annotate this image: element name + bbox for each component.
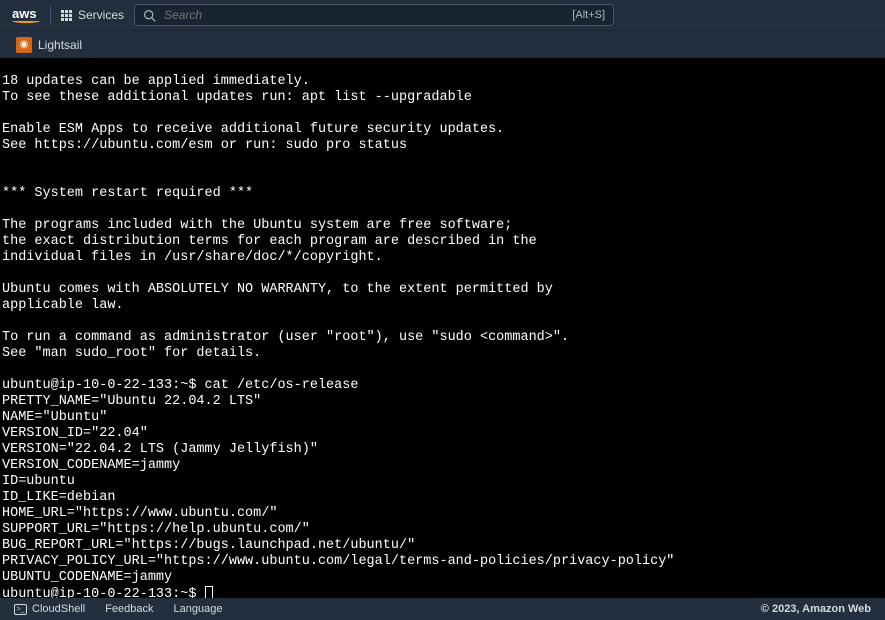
service-name[interactable]: Lightsail (38, 38, 82, 52)
aws-footer: >_ CloudShell Feedback Language © 2023, … (0, 598, 885, 620)
feedback-link[interactable]: Feedback (105, 603, 153, 615)
language-label: Language (174, 603, 223, 615)
cloudshell-label: CloudShell (32, 603, 85, 615)
copyright: © 2023, Amazon Web (761, 603, 871, 615)
aws-logo[interactable]: aws (12, 7, 40, 23)
aws-global-header: aws Services [Alt+S] (0, 0, 885, 30)
search-box[interactable]: [Alt+S] (134, 4, 614, 26)
services-label: Services (78, 8, 124, 22)
grid-icon (61, 10, 72, 21)
search-icon (143, 9, 156, 22)
terminal-cursor (205, 586, 213, 598)
lightsail-icon[interactable]: ◉ (16, 37, 32, 53)
search-shortcut: [Alt+S] (572, 9, 605, 21)
language-link[interactable]: Language (174, 603, 223, 615)
service-subheader: ◉ Lightsail (0, 30, 885, 58)
services-menu[interactable]: Services (61, 8, 124, 22)
feedback-label: Feedback (105, 603, 153, 615)
cloudshell-button[interactable]: >_ CloudShell (14, 603, 85, 615)
terminal[interactable]: 18 updates can be applied immediately. T… (0, 58, 885, 598)
search-input[interactable] (164, 8, 564, 22)
header-divider (50, 6, 51, 24)
aws-smile-icon (12, 19, 40, 23)
cloudshell-icon: >_ (14, 604, 27, 615)
